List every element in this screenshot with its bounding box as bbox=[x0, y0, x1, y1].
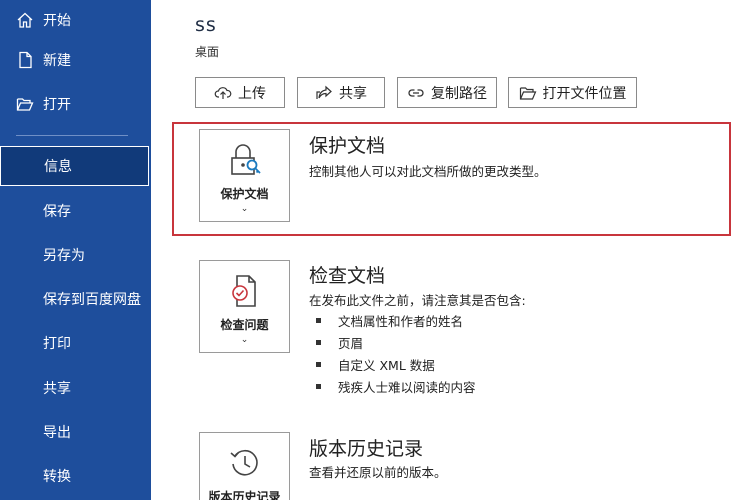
folder-open-icon bbox=[519, 86, 536, 100]
open-file-location-button[interactable]: 打开文件位置 bbox=[508, 77, 637, 108]
sidebar-item-convert[interactable]: 转换 bbox=[0, 456, 151, 496]
share-button[interactable]: 共享 bbox=[297, 77, 385, 108]
list-item: 文档属性和作者的姓名 bbox=[313, 309, 476, 331]
sidebar-item-home[interactable]: 开始 bbox=[0, 0, 151, 40]
sidebar-item-label: 打印 bbox=[43, 336, 71, 352]
sidebar-item-new[interactable]: 新建 bbox=[0, 40, 151, 80]
version-history-heading: 版本历史记录 bbox=[309, 438, 424, 460]
list-item: 残疾人士难以阅读的内容 bbox=[313, 375, 476, 397]
inspect-bullet-list: 文档属性和作者的姓名 页眉 自定义 XML 数据 残疾人士难以阅读的内容 bbox=[313, 309, 476, 397]
inspect-document-description: 在发布此文件之前，请注意其是否包含: bbox=[309, 293, 526, 308]
backstage-sidebar: 开始 新建 打开 信息 保存 另存为 保存到百度网盘 打印 共享 导出 转换 bbox=[0, 0, 151, 500]
upload-button[interactable]: 上传 bbox=[195, 77, 285, 108]
cloud-upload-icon bbox=[214, 86, 232, 99]
sidebar-item-label: 共享 bbox=[43, 381, 71, 397]
sidebar-item-export[interactable]: 导出 bbox=[0, 412, 151, 452]
inspect-document-heading: 检查文档 bbox=[309, 265, 386, 287]
protect-document-button[interactable]: 保护文档 ⌄ bbox=[199, 129, 290, 222]
sidebar-item-save-to-baidu[interactable]: 保存到百度网盘 bbox=[0, 279, 151, 319]
sidebar-item-label: 开始 bbox=[43, 13, 71, 29]
document-title: ss bbox=[195, 14, 217, 36]
sidebar-item-label: 转换 bbox=[43, 469, 71, 485]
share-icon bbox=[316, 85, 332, 99]
history-clock-icon bbox=[229, 449, 258, 476]
sidebar-item-label: 另存为 bbox=[43, 248, 85, 264]
sidebar-item-label: 导出 bbox=[43, 425, 71, 441]
version-history-button-label: 版本历史记录 bbox=[208, 490, 281, 500]
sidebar-item-print[interactable]: 打印 bbox=[0, 323, 151, 363]
copy-path-button[interactable]: 复制路径 bbox=[397, 77, 497, 108]
chevron-down-icon: ⌄ bbox=[240, 204, 249, 214]
sidebar-item-share[interactable]: 共享 bbox=[0, 368, 151, 408]
check-for-issues-button[interactable]: 检查问题 ⌄ bbox=[199, 260, 290, 353]
protect-document-description: 控制其他人可以对此文档所做的更改类型。 bbox=[309, 164, 547, 179]
sidebar-divider bbox=[16, 135, 128, 136]
check-for-issues-button-label: 检查问题 bbox=[220, 318, 269, 332]
document-location: 桌面 bbox=[195, 45, 220, 59]
version-history-description: 查看并还原以前的版本。 bbox=[309, 465, 447, 480]
protect-document-heading: 保护文档 bbox=[309, 135, 386, 157]
new-document-icon bbox=[19, 51, 32, 69]
document-check-icon bbox=[231, 275, 256, 307]
sidebar-item-save-as[interactable]: 另存为 bbox=[0, 235, 151, 275]
sidebar-item-open[interactable]: 打开 bbox=[0, 84, 151, 124]
folder-open-icon bbox=[16, 98, 34, 111]
sidebar-item-label: 信息 bbox=[44, 159, 72, 175]
sidebar-item-label: 保存 bbox=[43, 204, 71, 220]
sidebar-item-label: 新建 bbox=[43, 53, 71, 69]
list-item: 自定义 XML 数据 bbox=[313, 353, 476, 375]
lock-key-icon bbox=[230, 144, 261, 175]
sidebar-item-info[interactable]: 信息 bbox=[0, 146, 149, 186]
list-item: 页眉 bbox=[313, 331, 476, 353]
home-icon bbox=[17, 12, 33, 28]
link-icon bbox=[408, 88, 424, 97]
sidebar-item-label: 保存到百度网盘 bbox=[43, 292, 141, 308]
version-history-button[interactable]: 版本历史记录 bbox=[199, 432, 290, 500]
chevron-down-icon: ⌄ bbox=[240, 335, 249, 345]
sidebar-item-save[interactable]: 保存 bbox=[0, 191, 151, 231]
sidebar-item-label: 打开 bbox=[43, 97, 71, 113]
protect-document-button-label: 保护文档 bbox=[220, 187, 269, 201]
